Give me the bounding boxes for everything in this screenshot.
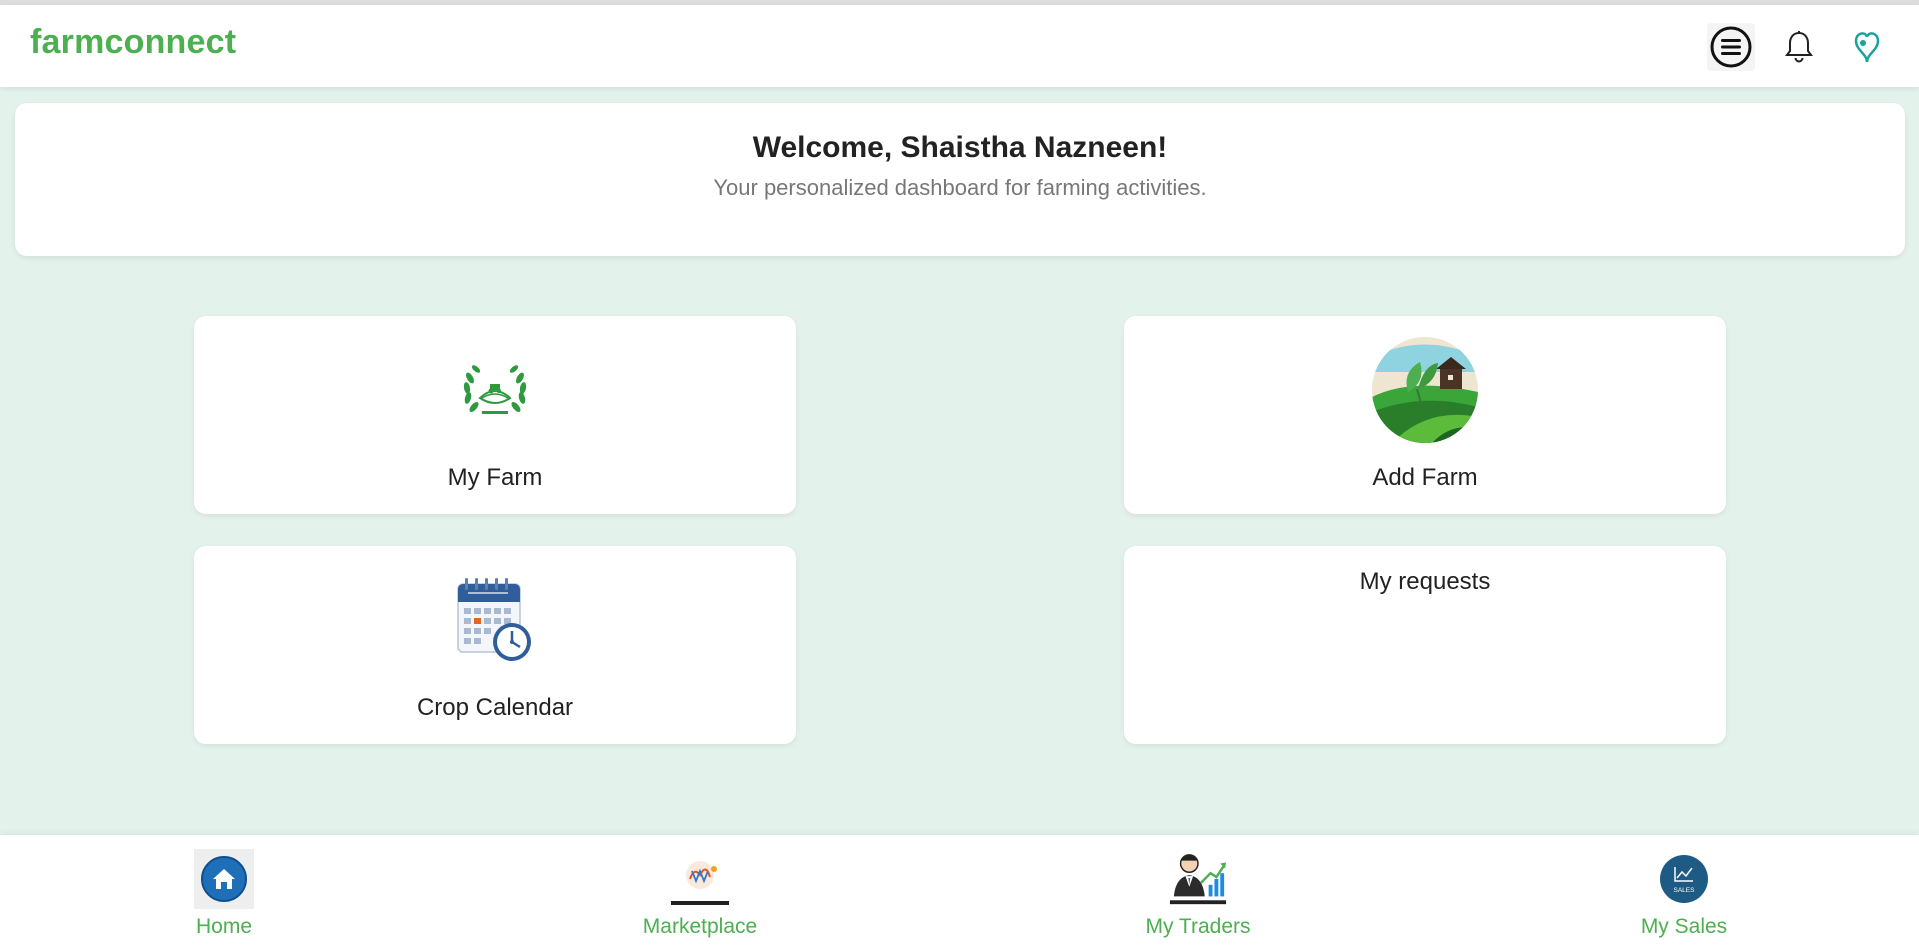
add-farm-label: Add Farm xyxy=(1372,464,1478,491)
sales-chart-icon: SALES xyxy=(1660,855,1708,903)
welcome-subtitle: Your personalized dashboard for farming … xyxy=(713,175,1207,200)
calendar-clock-icon xyxy=(457,578,531,661)
my-farm-label: My Farm xyxy=(447,464,543,491)
brand-logo-text[interactable]: farmconnect xyxy=(30,23,236,62)
nav-label-my-sales: My Sales xyxy=(1640,915,1728,938)
menu-icon xyxy=(1710,26,1752,68)
brand-logo-button[interactable] xyxy=(1843,23,1891,71)
nav-item-my-sales[interactable]: SALES My Sales xyxy=(1584,835,1784,948)
welcome-panel: Welcome, Shaistha Nazneen! Your personal… xyxy=(15,103,1905,256)
menu-button[interactable] xyxy=(1707,23,1755,71)
nav-label-my-traders: My Traders xyxy=(1145,915,1251,938)
marketplace-icon xyxy=(671,861,729,905)
welcome-title: Welcome, Shaistha Nazneen! xyxy=(752,131,1168,164)
home-icon xyxy=(201,856,247,902)
svg-text:SALES: SALES xyxy=(1674,887,1696,894)
agriculture-emblem-icon xyxy=(463,365,527,414)
my-farm-card[interactable]: My Farm xyxy=(194,316,796,514)
my-requests-label: My requests xyxy=(1359,568,1491,595)
crop-calendar-card[interactable]: Crop Calendar xyxy=(194,546,796,744)
farm-landscape-icon xyxy=(1372,337,1478,443)
app-header: farmconnect xyxy=(0,5,1919,87)
my-requests-card[interactable]: My requests xyxy=(1124,546,1726,744)
bell-icon xyxy=(1785,31,1813,63)
nav-item-my-traders[interactable]: My Traders xyxy=(1098,835,1298,948)
nav-item-marketplace[interactable]: Marketplace xyxy=(600,835,800,948)
nav-label-home: Home xyxy=(195,915,253,938)
brand-logo-icon xyxy=(1854,32,1880,63)
crop-calendar-label: Crop Calendar xyxy=(416,694,574,721)
nav-label-marketplace: Marketplace xyxy=(642,915,758,938)
nav-item-home[interactable]: Home xyxy=(124,835,324,948)
trader-chart-icon xyxy=(1169,854,1227,905)
add-farm-card[interactable]: Add Farm xyxy=(1124,316,1726,514)
bottom-navigation: Home Marketplace My Traders SALES My Sal… xyxy=(0,835,1919,948)
notifications-button[interactable] xyxy=(1775,23,1823,71)
